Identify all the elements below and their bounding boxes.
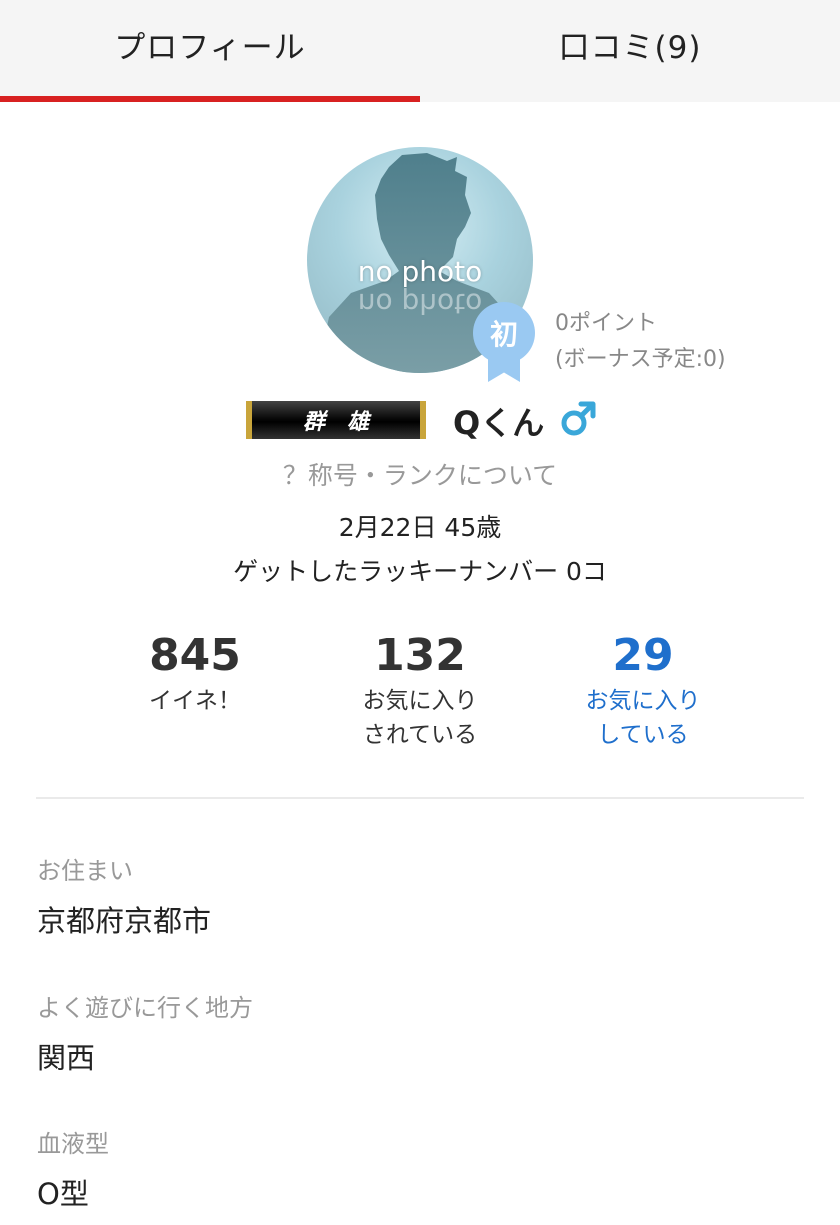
lucky-number-count: ゲットしたラッキーナンバー 0コ — [233, 557, 607, 586]
field-blood-type-label: 血液型 — [37, 1130, 109, 1158]
field-region-value: 関西 — [37, 1041, 96, 1075]
stat-likes-label: イイネ！ — [149, 688, 241, 714]
stat-favoriting-value: 29 — [612, 630, 674, 681]
beginner-badge: 初 — [473, 302, 535, 382]
stat-likes[interactable]: 845 イイネ！ — [85, 628, 305, 718]
birthday-age: 2月22日 45歳 — [338, 513, 502, 542]
username: Qくん — [453, 404, 545, 442]
stat-favorited-by-label: お気に入り されている — [362, 688, 478, 748]
tab-profile-label: プロフィール — [114, 29, 306, 66]
divider — [36, 797, 804, 799]
field-residence-value: 京都府京都市 — [37, 904, 212, 938]
tab-bar: プロフィール 口コミ(9) — [0, 0, 840, 102]
field-blood-type: 血液型 O型 — [37, 1124, 109, 1213]
no-photo-text: no photo — [357, 255, 483, 288]
field-region: よく遊びに行く地方 関西 — [37, 988, 253, 1077]
bonus-points: (ボーナス予定:0) — [555, 347, 726, 372]
points-value: 0ポイント — [555, 311, 657, 336]
tab-reviews[interactable]: 口コミ(9) — [420, 0, 840, 102]
rank-info-link[interactable]: ？称号・ランクについて — [0, 456, 840, 492]
tab-profile[interactable]: プロフィール — [0, 0, 420, 102]
rank-title-plate: 群雄 — [246, 401, 426, 439]
field-region-label: よく遊びに行く地方 — [37, 994, 253, 1022]
points-info: 0ポイント (ボーナス予定:0) — [555, 306, 726, 378]
stat-favoriting-label: お気に入り している — [585, 688, 701, 748]
field-blood-type-value: O型 — [37, 1177, 89, 1211]
male-icon — [561, 401, 596, 436]
tab-reviews-label: 口コミ(9) — [558, 29, 702, 66]
stat-likes-value: 845 — [149, 630, 241, 681]
stat-favorited-by[interactable]: 132 お気に入り されている — [310, 628, 530, 752]
field-residence: お住まい 京都府京都市 — [37, 851, 211, 940]
stat-favoriting[interactable]: 29 お気に入り している — [533, 628, 753, 752]
field-residence-label: お住まい — [37, 857, 133, 885]
stat-favorited-by-value: 132 — [374, 630, 466, 681]
beginner-badge-label: 初 — [473, 302, 535, 364]
